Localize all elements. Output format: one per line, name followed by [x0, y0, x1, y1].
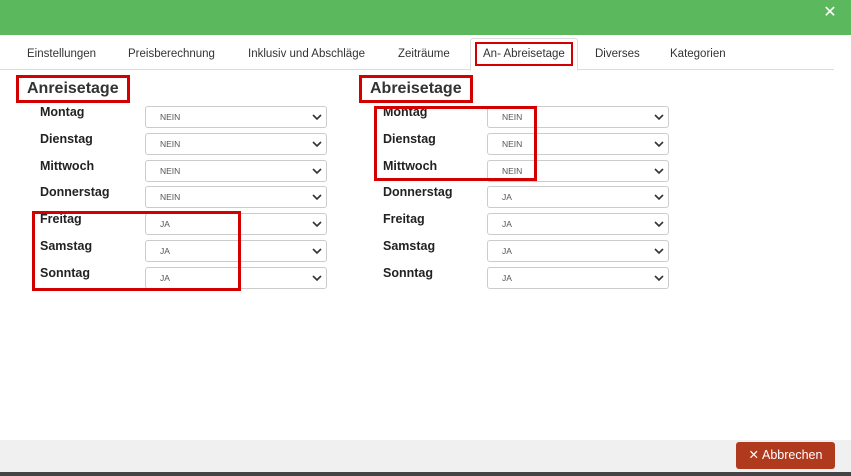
chevron-down-icon	[312, 275, 322, 282]
abreise-select-value-montag: NEIN	[502, 112, 523, 122]
abreisetage-title: Abreisetage	[359, 75, 473, 103]
anreise-select-sonntag[interactable]: JA	[145, 267, 327, 289]
abreise-day-label-mittwoch: Mittwoch	[383, 159, 438, 173]
anreise-select-dienstag[interactable]: NEIN	[145, 133, 327, 155]
anreise-select-value-donnerstag: NEIN	[160, 192, 181, 202]
anreise-select-value-sonntag: JA	[160, 273, 170, 283]
anreise-select-mittwoch[interactable]: NEIN	[145, 160, 327, 182]
chevron-down-icon	[654, 168, 664, 175]
abreise-select-dienstag[interactable]: NEIN	[487, 133, 669, 155]
abreise-select-montag[interactable]: NEIN	[487, 106, 669, 128]
footer-divider	[0, 472, 851, 476]
cancel-button-label: Abbrechen	[762, 448, 823, 462]
chevron-down-icon	[654, 275, 664, 282]
anreise-select-montag[interactable]: NEIN	[145, 106, 327, 128]
anreise-day-label-donnerstag: Donnerstag	[40, 185, 110, 199]
tab-kategorien[interactable]: Kategorien	[670, 41, 726, 67]
abreise-select-value-dienstag: NEIN	[502, 139, 523, 149]
chevron-down-icon	[654, 221, 664, 228]
abreise-select-freitag[interactable]: JA	[487, 213, 669, 235]
dialog-header: ✕	[0, 0, 851, 35]
tab-an-abreisetage[interactable]: An- Abreisetage	[470, 38, 578, 71]
tab-inklusiv-und-abschlaege[interactable]: Inklusiv und Abschläge	[248, 41, 365, 67]
abreise-day-label-samstag: Samstag	[383, 239, 436, 253]
tab-einstellungen[interactable]: Einstellungen	[27, 41, 96, 67]
abreise-select-value-mittwoch: NEIN	[502, 166, 523, 176]
anreise-day-label-montag: Montag	[40, 105, 85, 119]
abreise-select-donnerstag[interactable]: JA	[487, 186, 669, 208]
close-icon: ✕	[748, 448, 759, 462]
abreise-select-value-donnerstag: JA	[502, 192, 512, 202]
anreise-day-label-mittwoch: Mittwoch	[40, 159, 95, 173]
chevron-down-icon	[312, 194, 322, 201]
tab-preisberechnung[interactable]: Preisberechnung	[128, 41, 215, 67]
tab-diverses[interactable]: Diverses	[595, 41, 640, 67]
chevron-down-icon	[654, 141, 664, 148]
abreise-day-label-montag: Montag	[383, 105, 428, 119]
anreise-day-label-dienstag: Dienstag	[40, 132, 93, 146]
cancel-button[interactable]: ✕ Abbrechen	[736, 442, 835, 469]
chevron-down-icon	[312, 221, 322, 228]
anreise-select-value-freitag: JA	[160, 219, 170, 229]
abreise-select-sonntag[interactable]: JA	[487, 267, 669, 289]
abreise-day-label-sonntag: Sonntag	[383, 266, 433, 280]
chevron-down-icon	[312, 248, 322, 255]
anreise-select-donnerstag[interactable]: NEIN	[145, 186, 327, 208]
anreise-select-freitag[interactable]: JA	[145, 213, 327, 235]
anreise-select-samstag[interactable]: JA	[145, 240, 327, 262]
abreise-select-samstag[interactable]: JA	[487, 240, 669, 262]
abreise-day-label-donnerstag: Donnerstag	[383, 185, 453, 199]
abreise-select-mittwoch[interactable]: NEIN	[487, 160, 669, 182]
anreise-day-label-freitag: Freitag	[40, 212, 82, 226]
anreise-select-value-mittwoch: NEIN	[160, 166, 181, 176]
anreise-select-value-samstag: JA	[160, 246, 170, 256]
chevron-down-icon	[654, 194, 664, 201]
abreise-select-value-sonntag: JA	[502, 273, 512, 283]
abreise-select-value-samstag: JA	[502, 246, 512, 256]
chevron-down-icon	[312, 141, 322, 148]
abreise-day-label-freitag: Freitag	[383, 212, 425, 226]
chevron-down-icon	[312, 168, 322, 175]
anreisetage-title: Anreisetage	[16, 75, 130, 103]
abreise-day-label-dienstag: Dienstag	[383, 132, 436, 146]
anreise-day-label-sonntag: Sonntag	[40, 266, 90, 280]
close-icon[interactable]: ✕	[821, 4, 839, 22]
chevron-down-icon	[654, 248, 664, 255]
abreise-select-value-freitag: JA	[502, 219, 512, 229]
dialog-footer	[0, 440, 851, 476]
anreise-select-value-dienstag: NEIN	[160, 139, 181, 149]
anreise-day-label-samstag: Samstag	[40, 239, 93, 253]
chevron-down-icon	[654, 114, 664, 121]
tab-an-abreisetage-label: An- Abreisetage	[475, 42, 573, 66]
tab-zeitraeume[interactable]: Zeiträume	[398, 41, 450, 67]
tab-bar: Einstellungen Preisberechnung Inklusiv u…	[0, 35, 834, 71]
anreise-select-value-montag: NEIN	[160, 112, 181, 122]
chevron-down-icon	[312, 114, 322, 121]
